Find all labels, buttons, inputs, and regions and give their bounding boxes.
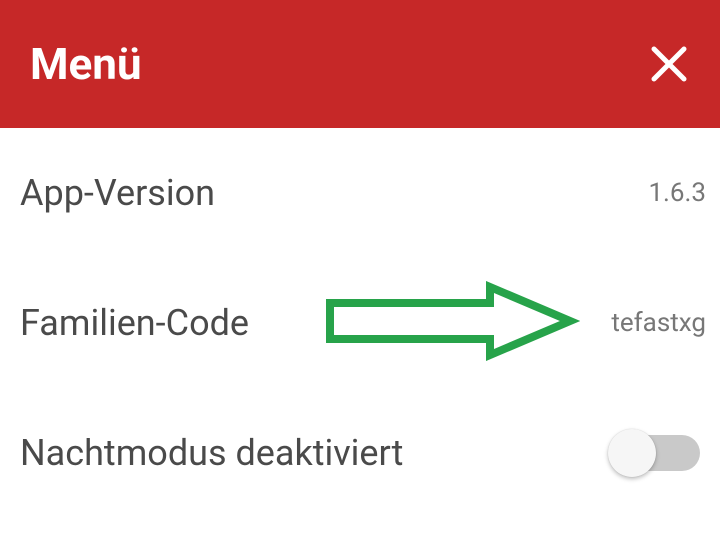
toggle-knob (608, 429, 656, 477)
night-mode-label: Nachtmodus deaktiviert (20, 432, 403, 474)
arrow-right-icon (320, 281, 580, 365)
family-code-value: tefastxg (611, 308, 706, 338)
close-button[interactable] (648, 43, 690, 85)
menu-title: Menü (30, 38, 142, 90)
family-code-label: Familien-Code (20, 302, 249, 344)
app-version-value: 1.6.3 (648, 178, 706, 208)
menu-content: App-Version 1.6.3 Familien-Code tefastxg… (0, 128, 720, 518)
close-icon (648, 43, 690, 85)
night-mode-row: Nachtmodus deaktiviert (20, 388, 700, 518)
night-mode-toggle[interactable] (612, 435, 700, 471)
family-code-row[interactable]: Familien-Code tefastxg (20, 258, 700, 388)
menu-header: Menü (0, 0, 720, 128)
app-version-label: App-Version (20, 172, 215, 214)
app-version-row: App-Version 1.6.3 (20, 128, 700, 258)
